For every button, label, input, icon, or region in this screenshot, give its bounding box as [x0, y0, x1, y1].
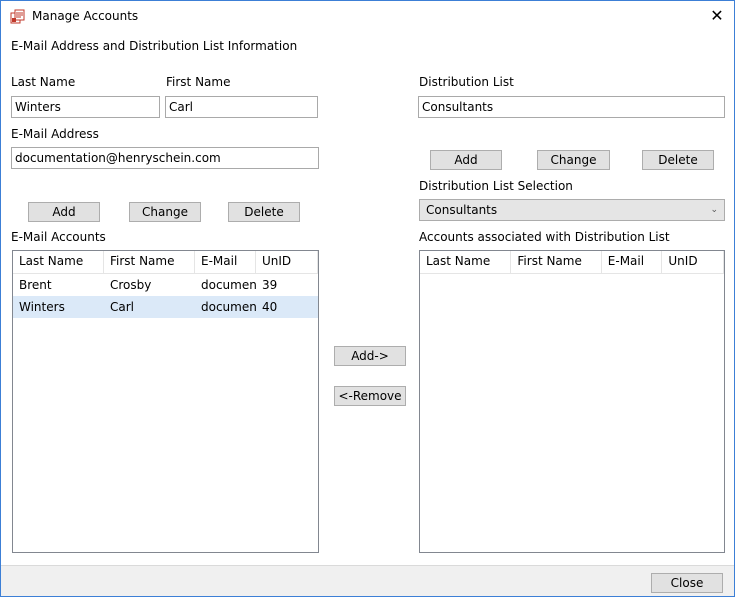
cell-first-name: Crosby [110, 278, 152, 292]
remove-from-list-button[interactable]: <-Remove [334, 386, 406, 406]
list-header: Last Name First Name E-Mail UnID [13, 251, 318, 274]
column-header-first-name[interactable]: First Name [511, 251, 602, 273]
cell-unid: 39 [262, 278, 278, 292]
email-address-field[interactable]: documentation@henryschein.com [11, 147, 319, 169]
list-header: Last Name First Name E-Mail UnID [420, 251, 724, 274]
cell-email: documen [201, 278, 256, 292]
first-name-field[interactable]: Carl [165, 96, 318, 118]
selected-value: Consultants [426, 203, 498, 217]
column-header-unid[interactable]: UnID [256, 251, 318, 273]
column-header-email[interactable]: E-Mail [195, 251, 256, 273]
chevron-down-icon: ⌄ [710, 205, 718, 215]
add-distribution-list-button[interactable]: Add [430, 150, 502, 170]
column-header-last-name[interactable]: Last Name [13, 251, 104, 273]
title-bar: Manage Accounts ✕ [1, 1, 734, 32]
table-row[interactable]: Brent Crosby documen 39 [13, 274, 318, 296]
table-row-selected[interactable]: Winters Carl documen 40 [13, 296, 318, 318]
first-name-label: First Name [166, 75, 231, 89]
email-accounts-label: E-Mail Accounts [11, 230, 106, 244]
last-name-field[interactable]: Winters [11, 96, 160, 118]
email-address-label: E-Mail Address [11, 127, 99, 141]
add-to-list-button[interactable]: Add-> [334, 346, 406, 366]
app-icon [10, 9, 25, 24]
column-header-last-name[interactable]: Last Name [420, 251, 512, 273]
change-account-button[interactable]: Change [129, 202, 201, 222]
cell-first-name: Carl [110, 300, 134, 314]
cell-last-name: Winters [19, 300, 65, 314]
close-button[interactable]: Close [651, 573, 723, 593]
associated-accounts-list[interactable]: Last Name First Name E-Mail UnID [419, 250, 725, 553]
close-icon[interactable]: ✕ [700, 1, 734, 32]
add-account-button[interactable]: Add [28, 202, 100, 222]
distribution-list-selection-label: Distribution List Selection [419, 179, 573, 193]
delete-distribution-list-button[interactable]: Delete [642, 150, 714, 170]
column-header-unid[interactable]: UnID [662, 251, 724, 273]
delete-account-button[interactable]: Delete [228, 202, 300, 222]
section-title: E-Mail Address and Distribution List Inf… [11, 39, 298, 53]
distribution-list-field[interactable]: Consultants [418, 96, 725, 118]
cell-last-name: Brent [19, 278, 52, 292]
manage-accounts-window: Manage Accounts ✕ E-Mail Address and Dis… [0, 0, 735, 597]
column-header-email[interactable]: E-Mail [602, 251, 663, 273]
footer-bar: Close [1, 565, 734, 596]
last-name-label: Last Name [11, 75, 76, 89]
cell-unid: 40 [262, 300, 278, 314]
email-accounts-list[interactable]: Last Name First Name E-Mail UnID Brent C… [12, 250, 319, 553]
change-distribution-list-button[interactable]: Change [537, 150, 610, 170]
distribution-list-label: Distribution List [419, 75, 514, 89]
distribution-list-selection-dropdown[interactable]: Consultants ⌄ [419, 199, 725, 221]
column-header-first-name[interactable]: First Name [104, 251, 195, 273]
window-title: Manage Accounts [32, 9, 139, 23]
associated-accounts-label: Accounts associated with Distribution Li… [419, 230, 670, 244]
cell-email: documen [201, 300, 256, 314]
